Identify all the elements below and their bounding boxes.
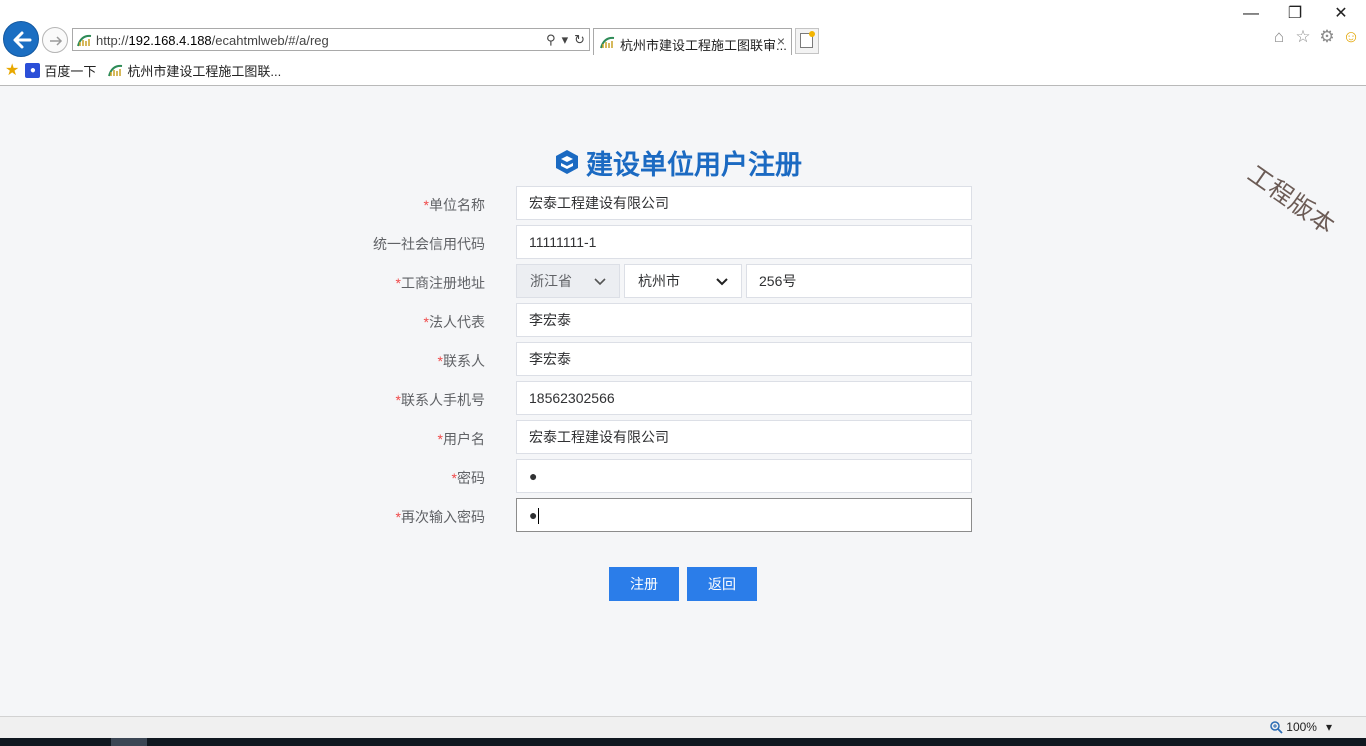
form-row-username: *用户名 宏泰工程建设有限公司 [0,420,1366,454]
legal-rep-label: 法人代表 [429,314,485,330]
contact-phone-label: 联系人手机号 [401,392,485,408]
forward-button[interactable] [42,27,68,53]
favorites-star-icon[interactable]: ☆ [1294,27,1312,46]
taskbar [0,738,1366,746]
chevron-down-icon [594,278,606,286]
arrow-right-icon [50,36,63,46]
confirm-password-input[interactable]: ● [516,498,972,532]
back-to-previous-button[interactable]: 返回 [687,567,757,601]
form-row-credit-code: 统一社会信用代码 11111111-1 [0,225,1366,259]
browser-chrome: http://192.168.4.188/ecahtmlweb/#/a/reg … [0,0,1366,86]
back-button[interactable] [3,21,39,57]
credit-code-label: 统一社会信用代码 [373,236,485,252]
minimize-button[interactable]: — [1240,4,1262,24]
city-select[interactable]: 杭州市 [624,264,742,298]
address-bar[interactable]: http://192.168.4.188/ecahtmlweb/#/a/reg … [72,28,590,51]
taskbar-active-item[interactable] [111,738,147,746]
zoom-magnifier-icon [1270,720,1283,734]
tab-favicon-icon [600,36,615,49]
chevron-down-icon: ▾ [1325,720,1332,734]
refresh-icon[interactable]: ↻ [574,32,585,48]
new-tab-button[interactable] [795,28,819,54]
favorites-star-add-icon[interactable]: ★ [5,60,19,80]
form-row-confirm-password: *再次输入密码 ● [0,498,1366,532]
page-title: 建设单位用户注册 [554,145,802,180]
zoom-control[interactable]: 100% ▾ [1270,720,1332,734]
username-label: 用户名 [443,431,485,447]
contact-label: 联系人 [443,353,485,369]
street-address-input[interactable]: 256号 [746,264,972,298]
restore-button[interactable]: ❐ [1284,4,1306,24]
gear-icon[interactable]: ⚙ [1318,27,1336,46]
form-row-company-name: *单位名称 宏泰工程建设有限公司 [0,186,1366,220]
form-row-contact-phone: *联系人手机号 18562302566 [0,381,1366,415]
tab-title: 杭州市建设工程施工图联审... [620,38,787,53]
logo-icon [556,150,578,174]
arrow-left-icon [13,31,32,49]
baidu-paw-icon: ● [25,62,41,78]
address-url: http://192.168.4.188/ecahtmlweb/#/a/reg [96,33,329,48]
search-icon[interactable]: ⚲ [546,32,556,48]
status-bar: 100% ▾ [0,716,1366,738]
password-input[interactable]: ● [516,459,972,493]
dropdown-arrow-icon[interactable]: ▾ [562,32,569,48]
register-button[interactable]: 注册 [609,567,679,601]
address-label: 工商注册地址 [401,275,485,291]
username-input[interactable]: 宏泰工程建设有限公司 [516,420,972,454]
text-caret [538,508,540,525]
password-label: 密码 [457,470,485,486]
chevron-down-icon [716,278,728,286]
browser-tab[interactable]: 杭州市建设工程施工图联审... × [593,28,792,55]
site-favicon-icon [108,64,123,76]
province-select[interactable]: 浙江省 [516,264,620,298]
tab-close-icon[interactable]: × [777,33,785,49]
favorite-item-baidu[interactable]: ● 百度一下 [25,61,96,80]
legal-rep-input[interactable]: 李宏泰 [516,303,972,337]
company-name-input[interactable]: 宏泰工程建设有限公司 [516,186,972,220]
home-icon[interactable]: ⌂ [1270,27,1288,46]
form-row-legal-rep: *法人代表 李宏泰 [0,303,1366,337]
form-row-contact: *联系人 李宏泰 [0,342,1366,376]
favorites-bar: ★ ● 百度一下 杭州市建设工程施工图联... [0,58,1366,82]
site-favicon-icon [77,34,92,47]
favorite-item-hangzhou[interactable]: 杭州市建设工程施工图联... [108,61,281,80]
confirm-password-label: 再次输入密码 [401,509,485,525]
form-row-password: *密码 ● [0,459,1366,493]
feedback-smiley-icon[interactable]: ☺ [1342,27,1360,46]
company-name-label: 单位名称 [429,197,485,213]
zoom-level: 100% [1286,720,1317,734]
form-row-address: *工商注册地址 浙江省 杭州市 256号 [0,264,1366,298]
contact-phone-input[interactable]: 18562302566 [516,381,972,415]
credit-code-input[interactable]: 11111111-1 [516,225,972,259]
contact-input[interactable]: 李宏泰 [516,342,972,376]
close-window-button[interactable]: ✕ [1330,4,1352,24]
